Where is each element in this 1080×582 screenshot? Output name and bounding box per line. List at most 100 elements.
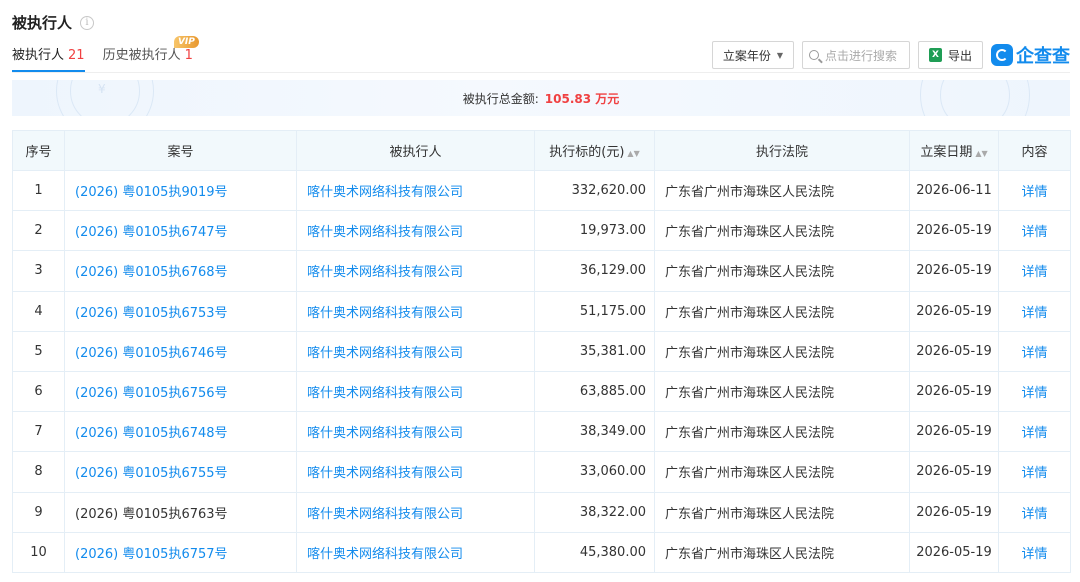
tab-history-executed[interactable]: 历史被执行人 1 VIP xyxy=(102,36,199,72)
case-number-link: (2026) 粤0105执6763号 xyxy=(64,491,297,533)
execution-target-amount: 51,175.00 xyxy=(534,290,655,332)
detail-link[interactable]: 详情 xyxy=(998,290,1071,332)
filing-date: 2026-05-19 xyxy=(909,330,999,372)
total-amount-label: 被执行总金额: xyxy=(462,91,539,106)
court-name: 广东省广州市海珠区人民法院 xyxy=(654,330,910,372)
executed-person-link[interactable]: 喀什奥术网络科技有限公司 xyxy=(296,451,535,493)
row-index: 3 xyxy=(12,250,65,292)
total-amount-banner: ¥ 被执行总金额: 105.83 万元 xyxy=(12,80,1070,116)
export-label: 导出 xyxy=(947,48,972,63)
filing-year-label: 立案年份 xyxy=(722,48,771,63)
tab-bar: 被执行人 21 历史被执行人 1 VIP xyxy=(12,36,211,72)
tab-executed[interactable]: 被执行人 21 xyxy=(12,46,85,72)
execution-target-amount: 19,973.00 xyxy=(534,210,655,252)
search-input[interactable]: 点击进行搜索 xyxy=(801,41,910,69)
detail-link[interactable]: 详情 xyxy=(998,210,1071,252)
vip-badge: VIP xyxy=(173,36,199,48)
filing-date: 2026-05-19 xyxy=(909,210,999,252)
tab-history-label: 历史被执行人 xyxy=(102,48,181,63)
executed-person-link[interactable]: 喀什奥术网络科技有限公司 xyxy=(296,531,535,573)
execution-target-amount: 332,620.00 xyxy=(534,169,655,212)
court-name: 广东省广州市海珠区人民法院 xyxy=(654,169,910,212)
row-index: 8 xyxy=(12,451,65,493)
table-row: 4 (2026) 粤0105执6753号 喀什奥术网络科技有限公司 51,175.00… xyxy=(12,290,1071,332)
court-name: 广东省广州市海珠区人民法院 xyxy=(654,411,910,453)
case-number-link[interactable]: (2026) 粤0105执6746号 xyxy=(64,330,297,372)
table-header-row: 序号 案号 被执行人 执行标的(元) ▲▼ 执行法院 立案日期 ▲▼ 内容 xyxy=(12,130,1071,171)
table-row: 3 (2026) 粤0105执6768号 喀什奥术网络科技有限公司 36,129.00… xyxy=(12,250,1071,292)
row-index: 5 xyxy=(12,330,65,372)
detail-link[interactable]: 详情 xyxy=(998,411,1071,453)
filing-date: 2026-05-19 xyxy=(909,290,999,332)
tab-executed-label: 被执行人 xyxy=(12,48,65,63)
header-case-number: 案号 xyxy=(64,130,297,171)
header-content: 内容 xyxy=(998,130,1071,171)
filing-date: 2026-05-19 xyxy=(909,491,999,533)
detail-link[interactable]: 详情 xyxy=(998,370,1071,413)
case-number-link[interactable]: (2026) 粤0105执9019号 xyxy=(64,169,297,212)
sort-icon: ▲▼ xyxy=(975,149,988,158)
case-number-link[interactable]: (2026) 粤0105执6747号 xyxy=(64,210,297,252)
executed-person-link[interactable]: 喀什奥术网络科技有限公司 xyxy=(296,250,535,292)
section-title: 被执行人 i xyxy=(12,12,95,33)
court-name: 广东省广州市海珠区人民法院 xyxy=(654,370,910,413)
execution-target-amount: 36,129.00 xyxy=(534,250,655,292)
detail-link[interactable]: 详情 xyxy=(998,491,1071,533)
table-row: 7 (2026) 粤0105执6748号 喀什奥术网络科技有限公司 38,349.00… xyxy=(12,411,1071,453)
case-number-link[interactable]: (2026) 粤0105执6753号 xyxy=(64,290,297,332)
filing-date: 2026-05-19 xyxy=(909,531,999,573)
yuan-watermark-icon: ¥ xyxy=(98,82,106,96)
table-row: 5 (2026) 粤0105执6746号 喀什奥术网络科技有限公司 35,381.00… xyxy=(12,330,1071,372)
filing-date: 2026-05-19 xyxy=(909,370,999,413)
total-amount-value: 105.83 万元 xyxy=(544,91,620,106)
filing-date: 2026-06-11 xyxy=(909,169,999,212)
row-index: 7 xyxy=(12,411,65,453)
executed-person-link[interactable]: 喀什奥术网络科技有限公司 xyxy=(296,169,535,212)
header-index: 序号 xyxy=(12,130,65,171)
table-row: 1 (2026) 粤0105执9019号 喀什奥术网络科技有限公司 332,620.0… xyxy=(12,169,1071,212)
detail-link[interactable]: 详情 xyxy=(998,330,1071,372)
excel-icon: X xyxy=(928,48,942,62)
executed-person-link[interactable]: 喀什奥术网络科技有限公司 xyxy=(296,370,535,413)
row-index: 6 xyxy=(12,370,65,413)
qichacha-logo: 企查查 xyxy=(991,42,1070,68)
table-row: 2 (2026) 粤0105执6747号 喀什奥术网络科技有限公司 19,973.00… xyxy=(12,210,1071,252)
detail-link[interactable]: 详情 xyxy=(998,250,1071,292)
case-number-link[interactable]: (2026) 粤0105执6748号 xyxy=(64,411,297,453)
header-court: 执行法院 xyxy=(654,130,910,171)
header-executed-person: 被执行人 xyxy=(296,130,535,171)
executed-person-link[interactable]: 喀什奥术网络科技有限公司 xyxy=(296,290,535,332)
row-index: 9 xyxy=(12,491,65,533)
detail-link[interactable]: 详情 xyxy=(998,451,1071,493)
toolbar: 立案年份 ▼ 点击进行搜索 X 导出 企查查 xyxy=(704,41,1070,69)
filing-date: 2026-05-19 xyxy=(909,250,999,292)
detail-link[interactable]: 详情 xyxy=(998,169,1071,212)
tab-executed-count: 21 xyxy=(68,48,85,63)
execution-target-amount: 35,381.00 xyxy=(534,330,655,372)
case-number-link[interactable]: (2026) 粤0105执6768号 xyxy=(64,250,297,292)
executed-person-link[interactable]: 喀什奥术网络科技有限公司 xyxy=(296,210,535,252)
header-filing-date-label: 立案日期 xyxy=(920,145,973,160)
tab-history-count: 1 xyxy=(184,48,193,63)
qichacha-logo-icon xyxy=(991,44,1013,66)
executed-person-link[interactable]: 喀什奥术网络科技有限公司 xyxy=(296,411,535,453)
info-icon[interactable]: i xyxy=(80,15,95,30)
logo-text: 企查查 xyxy=(1016,46,1070,67)
export-button[interactable]: X 导出 xyxy=(917,41,983,69)
detail-link[interactable]: 详情 xyxy=(998,531,1071,573)
case-number-link[interactable]: (2026) 粤0105执6757号 xyxy=(64,531,297,573)
executed-person-link[interactable]: 喀什奥术网络科技有限公司 xyxy=(296,491,535,533)
header-execution-target[interactable]: 执行标的(元) ▲▼ xyxy=(534,130,655,171)
case-number-link[interactable]: (2026) 粤0105执6755号 xyxy=(64,451,297,493)
filing-date: 2026-05-19 xyxy=(909,411,999,453)
sort-icon: ▲▼ xyxy=(627,149,640,158)
court-name: 广东省广州市海珠区人民法院 xyxy=(654,250,910,292)
search-icon xyxy=(808,50,819,60)
header-filing-date[interactable]: 立案日期 ▲▼ xyxy=(909,130,999,171)
filing-year-dropdown[interactable]: 立案年份 ▼ xyxy=(711,41,794,69)
executed-person-link[interactable]: 喀什奥术网络科技有限公司 xyxy=(296,330,535,372)
execution-target-amount: 33,060.00 xyxy=(534,451,655,493)
case-number-link[interactable]: (2026) 粤0105执6756号 xyxy=(64,370,297,413)
header-execution-target-label: 执行标的(元) xyxy=(549,145,625,160)
row-index: 2 xyxy=(12,210,65,252)
